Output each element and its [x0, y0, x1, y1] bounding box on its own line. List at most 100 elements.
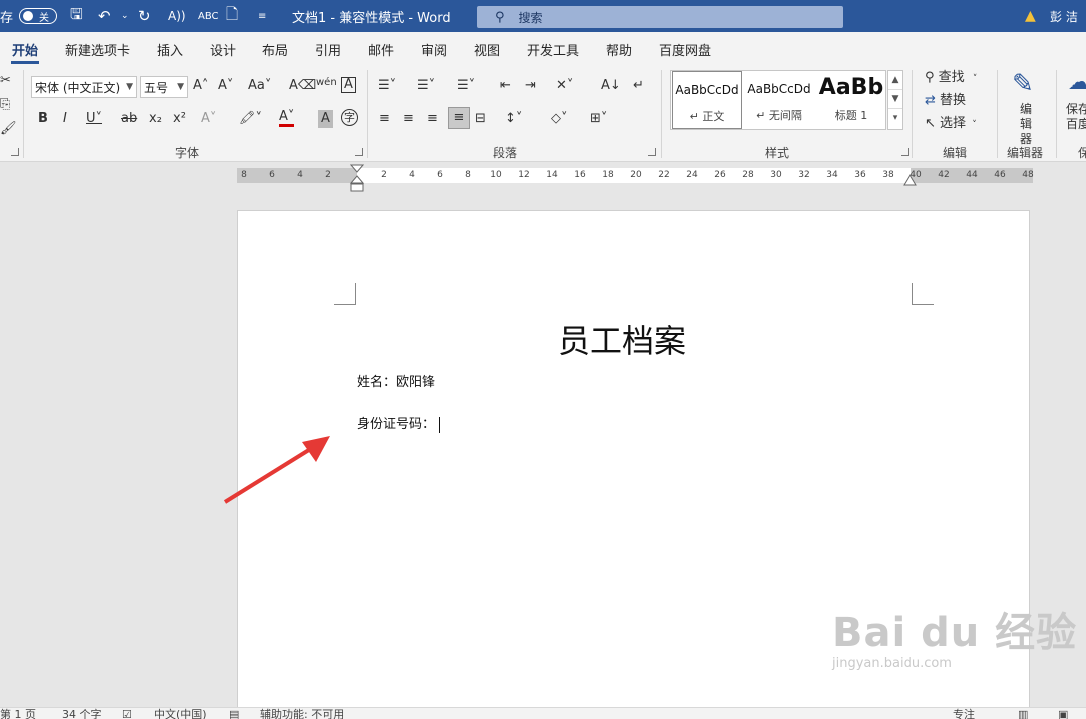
editor-pen-icon[interactable]: ✎: [1012, 69, 1034, 99]
warning-icon[interactable]: ▲: [1025, 0, 1036, 32]
cut-icon[interactable]: ✂: [0, 72, 11, 90]
status-page[interactable]: 第 1 页: [0, 708, 36, 719]
borders-icon[interactable]: ⊞˅: [590, 110, 607, 128]
font-color-icon[interactable]: A˅: [279, 109, 295, 127]
align-right-icon[interactable]: ≡: [427, 110, 438, 128]
tab-insert[interactable]: 插入: [157, 40, 183, 59]
bullets-icon[interactable]: ☰˅: [378, 77, 396, 95]
proofing-icon[interactable]: ☑: [122, 708, 132, 719]
tab-view[interactable]: 视图: [474, 40, 500, 59]
bold-icon[interactable]: B: [38, 110, 48, 128]
text-effects-icon[interactable]: A˅: [201, 110, 216, 128]
align-left-icon[interactable]: ≡: [379, 110, 390, 128]
print-layout-icon[interactable]: ▣: [1058, 708, 1068, 719]
numbering-icon[interactable]: ☰˅: [417, 77, 435, 95]
user-name[interactable]: 彭 洁: [1050, 0, 1078, 32]
select-button[interactable]: ↖ 选择 ˅: [925, 115, 977, 134]
macro-icon[interactable]: ▤: [229, 708, 239, 719]
tab-mailings[interactable]: 邮件: [368, 40, 394, 59]
document-heading[interactable]: 员工档案: [558, 316, 686, 362]
save-icon[interactable]: 🖫: [70, 0, 83, 32]
style-heading-1[interactable]: AaBb 标题 1: [816, 71, 886, 129]
change-case-icon[interactable]: Aa˅: [248, 77, 271, 95]
grow-font-icon[interactable]: A˄: [193, 77, 208, 95]
status-language[interactable]: 中文(中国): [154, 708, 207, 719]
clipboard-launcher-icon[interactable]: [11, 148, 19, 156]
multilevel-list-icon[interactable]: ☰˅: [457, 77, 475, 95]
line-spacing-icon[interactable]: ↕˅: [505, 110, 522, 128]
status-words[interactable]: 34 个字: [62, 708, 102, 719]
tab-new-tab[interactable]: 新建选项卡: [65, 40, 130, 59]
sort-icon[interactable]: A↓: [601, 77, 621, 95]
ruler-tick: 8: [465, 170, 471, 180]
decrease-indent-icon[interactable]: ⇤: [500, 77, 511, 95]
indent-marker-icon[interactable]: [350, 164, 364, 192]
tab-baidu-netdisk[interactable]: 百度网盘: [659, 40, 711, 59]
character-border-icon[interactable]: A: [341, 77, 356, 93]
tab-developer[interactable]: 开发工具: [527, 40, 579, 59]
tab-layout[interactable]: 布局: [262, 40, 288, 59]
save-baidu-label[interactable]: 保存百度: [1066, 102, 1086, 132]
increase-indent-icon[interactable]: ⇥: [525, 77, 536, 95]
document-line-name[interactable]: 姓名：欧阳锋: [357, 371, 435, 390]
style-name: ↵ 正文: [689, 110, 725, 123]
status-accessibility[interactable]: 辅助功能: 不可用: [260, 708, 344, 719]
undo-icon[interactable]: ↶: [98, 0, 111, 32]
tab-references[interactable]: 引用: [315, 40, 341, 59]
spelling-icon[interactable]: ABC: [198, 0, 219, 32]
tab-design[interactable]: 设计: [210, 40, 236, 59]
replace-button[interactable]: ⇄ 替换: [925, 92, 966, 110]
clear-formatting-icon[interactable]: A⌫: [289, 77, 316, 95]
paragraph-launcher-icon[interactable]: [648, 148, 656, 156]
asian-layout-icon[interactable]: ✕˅: [556, 77, 573, 95]
redo-icon[interactable]: ↻: [138, 0, 151, 32]
styles-scroll[interactable]: ▲ ▼ ▾: [887, 70, 903, 130]
subscript-icon[interactable]: x₂: [149, 110, 162, 128]
underline-icon[interactable]: U˅: [86, 110, 102, 128]
style-normal[interactable]: AaBbCcDd ↵ 正文: [672, 71, 742, 129]
styles-launcher-icon[interactable]: [901, 148, 909, 156]
highlight-icon[interactable]: 🖍˅: [239, 110, 262, 128]
chevron-down-icon[interactable]: ▼: [888, 90, 902, 109]
distributed-icon[interactable]: ⊟: [475, 110, 486, 128]
customize-qat-icon[interactable]: ≡: [258, 0, 266, 32]
tab-review[interactable]: 审阅: [421, 40, 447, 59]
strikethrough-icon[interactable]: ab: [121, 110, 137, 128]
gallery-more-icon[interactable]: ▾: [888, 109, 902, 128]
search-box[interactable]: ⚲ 搜索: [477, 6, 843, 28]
read-aloud-icon[interactable]: A)): [168, 0, 186, 32]
watermark-main: Bai du 经验: [832, 610, 1078, 656]
style-no-spacing[interactable]: AaBbCcDd ↵ 无间隔: [743, 71, 815, 129]
superscript-icon[interactable]: x²: [173, 110, 186, 128]
align-center-icon[interactable]: ≡: [403, 110, 414, 128]
shrink-font-icon[interactable]: A˅: [218, 77, 233, 95]
justify-icon[interactable]: ≡: [448, 107, 470, 129]
format-painter-icon[interactable]: 🖌: [0, 120, 17, 138]
document-line-id[interactable]: 身份证号码：: [357, 413, 441, 433]
undo-dropdown-icon[interactable]: ⌄: [121, 0, 129, 32]
autosave-toggle[interactable]: 关: [19, 8, 57, 24]
phonetic-guide-icon[interactable]: wén: [316, 74, 337, 92]
right-indent-marker-icon[interactable]: [903, 174, 917, 186]
enclose-characters-icon[interactable]: 字: [341, 109, 358, 126]
print-preview-icon[interactable]: 🗋: [226, 0, 238, 32]
cursor-icon: ↖: [925, 116, 936, 131]
font-launcher-icon[interactable]: [355, 148, 363, 156]
character-shading-icon[interactable]: A: [318, 110, 333, 128]
tab-help[interactable]: 帮助: [606, 40, 632, 59]
italic-icon[interactable]: I: [63, 110, 67, 128]
read-mode-icon[interactable]: ▥: [1018, 708, 1028, 719]
tab-home[interactable]: 开始: [12, 40, 38, 59]
status-focus[interactable]: 专注: [953, 708, 975, 719]
chevron-up-icon[interactable]: ▲: [888, 71, 902, 90]
cloud-save-icon[interactable]: ☁: [1068, 69, 1086, 97]
shading-icon[interactable]: ◇˅: [551, 110, 568, 128]
font-name-select[interactable]: 宋体 (中文正文) ▼: [31, 76, 137, 98]
show-marks-icon[interactable]: ↵: [633, 77, 644, 95]
font-name-value: 宋体 (中文正文): [35, 80, 121, 95]
editor-button-label[interactable]: 编辑器: [1018, 102, 1034, 147]
font-size-select[interactable]: 五号 ▼: [140, 76, 188, 98]
replace-label: 替换: [940, 93, 967, 108]
copy-icon[interactable]: ⎘: [0, 96, 10, 114]
find-button[interactable]: ⚲ 查找 ˅: [925, 69, 977, 88]
